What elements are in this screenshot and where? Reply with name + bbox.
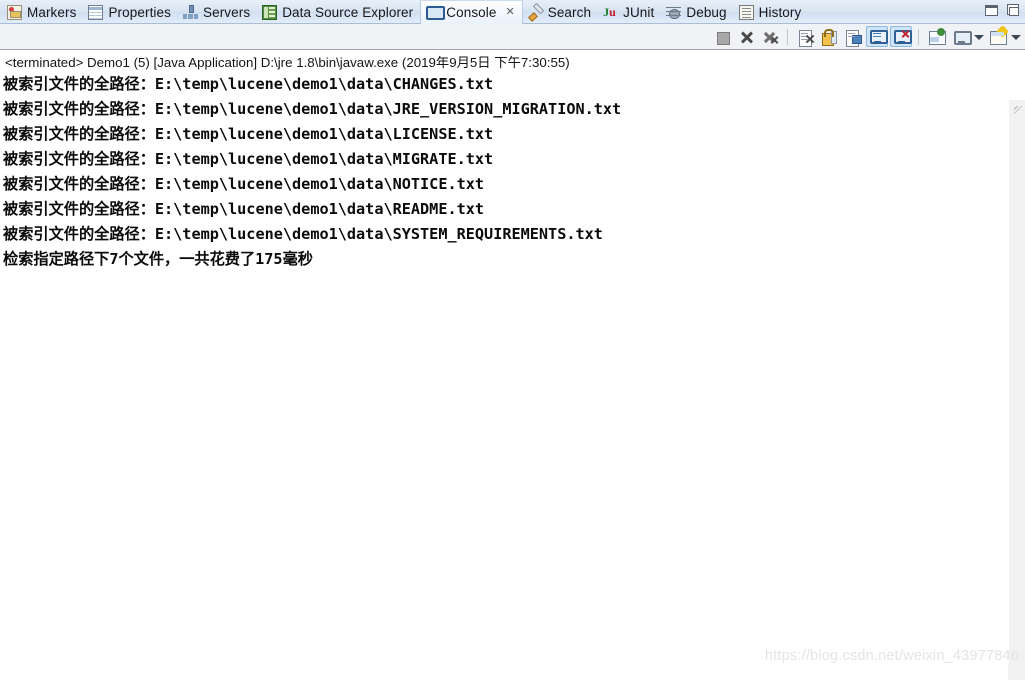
console-summary-line: 检索指定路径下7个文件，一共花费了175毫秒 <box>3 250 313 268</box>
tab-search[interactable]: Search <box>523 0 598 24</box>
tab-properties[interactable]: Properties <box>83 0 178 24</box>
show-console-on-output-button[interactable] <box>866 26 888 47</box>
tab-data-source-explorer-label: Data Source Explorer <box>282 4 414 20</box>
debug-bug-icon <box>666 5 682 20</box>
show-console-on-error-button[interactable] <box>890 26 912 47</box>
chevron-down-icon[interactable] <box>973 26 984 47</box>
tab-servers[interactable]: Servers <box>178 0 257 24</box>
database-icon <box>262 4 278 20</box>
watermark-text: https://blog.csdn.net/weixin_43977846 <box>764 648 1019 664</box>
console-output-line: 被索引文件的全路径：E:\temp\lucene\demo1\data\READ… <box>3 200 485 218</box>
properties-icon <box>88 4 104 20</box>
junit-icon: Ju <box>603 4 616 19</box>
close-icon[interactable]: ✕ <box>506 7 515 18</box>
tab-console[interactable]: Console ✕ <box>420 0 523 24</box>
tab-markers-label: Markers <box>27 4 77 20</box>
console-panel: <terminated> Demo1 (5) [Java Application… <box>0 49 1025 680</box>
toolbar-separator <box>787 28 788 45</box>
display-selected-console-button[interactable] <box>949 26 972 47</box>
remove-launch-button[interactable] <box>735 26 757 47</box>
minimize-icon[interactable] <box>984 4 998 16</box>
open-console-button[interactable] <box>925 26 947 47</box>
console-vertical-scrollbar[interactable] <box>1008 100 1025 680</box>
tab-history-label: History <box>758 4 802 20</box>
view-tab-bar: Markers Properties Servers Data Source E… <box>0 0 1025 24</box>
new-console-view-button[interactable] <box>986 25 1009 47</box>
tab-history[interactable]: History <box>734 0 809 24</box>
terminate-button[interactable] <box>711 26 733 47</box>
tab-markers[interactable]: Markers <box>2 0 83 24</box>
tab-data-source-explorer[interactable]: Data Source Explorer <box>257 0 420 24</box>
tab-junit-label: JUnit <box>623 4 655 20</box>
clear-console-button[interactable] <box>794 26 816 47</box>
console-output-line: 被索引文件的全路径：E:\temp\lucene\demo1\data\SYST… <box>3 225 603 243</box>
chevron-down-icon-2[interactable] <box>1010 26 1021 47</box>
console-output-line: 被索引文件的全路径：E:\temp\lucene\demo1\data\JRE_… <box>3 100 622 118</box>
scrollbar-corner <box>1008 663 1025 680</box>
scroll-lock-button[interactable] <box>818 26 840 47</box>
tab-debug[interactable]: Debug <box>661 0 733 24</box>
console-text-area[interactable]: <terminated> Demo1 (5) [Java Application… <box>0 50 1008 680</box>
view-window-buttons <box>984 4 1019 16</box>
tab-debug-label: Debug <box>686 4 727 20</box>
remove-all-terminated-button[interactable] <box>759 26 781 47</box>
console-output-line: 被索引文件的全路径：E:\temp\lucene\demo1\data\LICE… <box>3 125 494 143</box>
toolbar-separator-2 <box>918 28 919 45</box>
tab-properties-label: Properties <box>108 4 171 20</box>
tab-junit[interactable]: Ju JUnit <box>598 0 661 24</box>
console-output-line: 被索引文件的全路径：E:\temp\lucene\demo1\data\CHAN… <box>3 75 494 93</box>
scrollbar-grip-icon <box>1014 106 1023 115</box>
console-output-line: 被索引文件的全路径：E:\temp\lucene\demo1\data\MIGR… <box>3 150 494 168</box>
search-icon <box>528 5 543 20</box>
tab-console-label: Console <box>446 5 497 20</box>
console-terminated-line: <terminated> Demo1 (5) [Java Application… <box>5 55 570 70</box>
console-output-line: 被索引文件的全路径：E:\temp\lucene\demo1\data\NOTI… <box>3 175 485 193</box>
eclipse-console-view: Markers Properties Servers Data Source E… <box>0 0 1025 680</box>
markers-icon <box>7 4 22 20</box>
servers-icon <box>182 4 198 20</box>
console-toolbar <box>0 24 1025 49</box>
pin-console-button[interactable] <box>842 26 864 47</box>
tab-servers-label: Servers <box>202 4 251 20</box>
console-icon <box>426 5 446 20</box>
maximize-icon[interactable] <box>1006 4 1019 16</box>
tab-search-label: Search <box>547 4 592 20</box>
history-icon <box>738 4 754 20</box>
